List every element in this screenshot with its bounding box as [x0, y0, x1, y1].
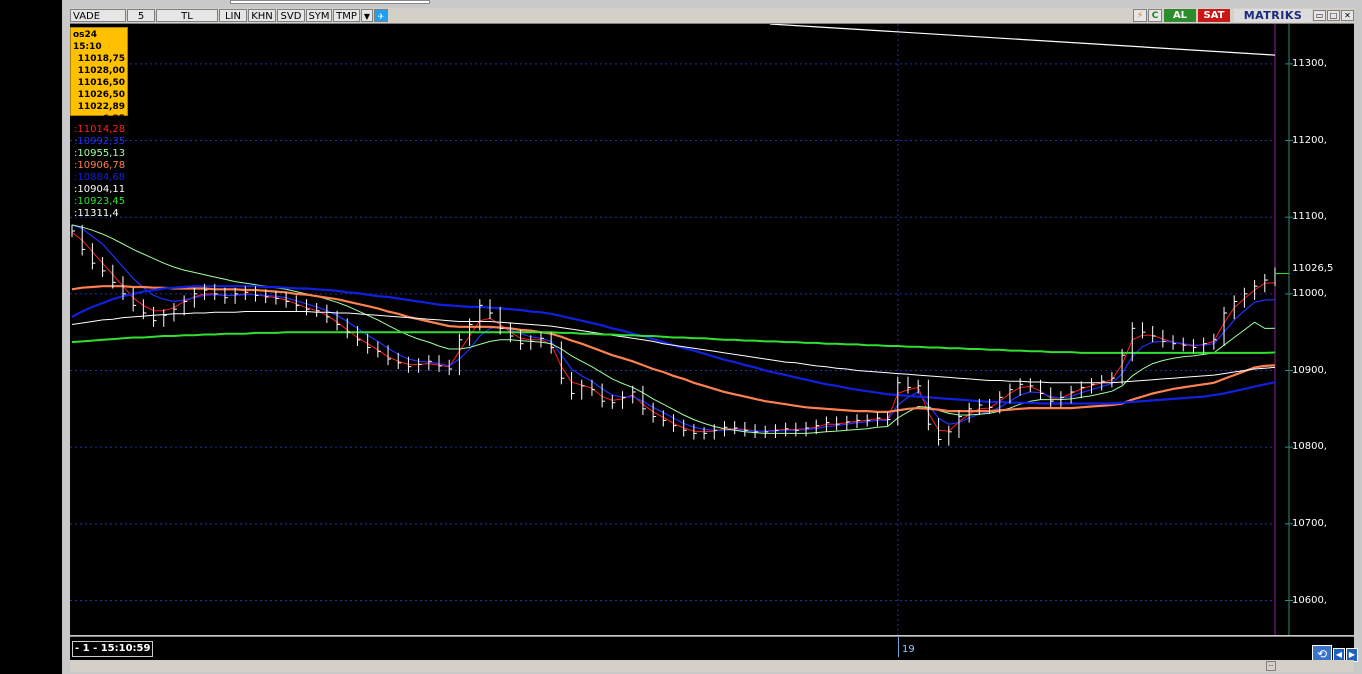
indicator-legend: :11014,28:10992,35:10955,13:10906,78:108…	[74, 124, 125, 220]
close-icon[interactable]: ✕	[1341, 10, 1354, 21]
restore-icon[interactable]: □	[1327, 10, 1340, 21]
tmp-button[interactable]: TMP	[333, 9, 360, 22]
sell-button[interactable]: SAT	[1198, 9, 1230, 22]
date-label: 19	[902, 644, 915, 655]
date-tick	[898, 637, 899, 657]
series-line	[71, 224, 1276, 432]
khn-button[interactable]: KHN	[248, 9, 276, 22]
legend-item: :10904,11	[74, 184, 126, 195]
status-bar	[70, 636, 1354, 661]
y-axis-label: 10600,	[1292, 594, 1327, 606]
brand-logo: MATRIKS	[1234, 9, 1312, 22]
info-open: 11018,75	[77, 54, 125, 64]
lin-button[interactable]: LIN	[219, 9, 247, 22]
series-line	[71, 224, 1276, 434]
info-avg: 11022,89	[77, 102, 125, 112]
y-axis-label: 11300,	[1292, 57, 1327, 69]
toolbar-right-group: ⚡ C AL SAT MATRIKS ▭ □ ✕	[1132, 8, 1354, 23]
series-line	[71, 285, 1276, 413]
price-chart[interactable]	[70, 23, 1354, 635]
legend-item: :10992,35	[74, 136, 126, 147]
y-axis-label: 11200,	[1292, 134, 1327, 146]
vade-button[interactable]: VADE	[70, 9, 126, 22]
y-axis-label: 10900,	[1292, 364, 1327, 376]
sym-button[interactable]: SYM	[306, 9, 332, 22]
dropdown-arrow-icon[interactable]: ▼	[361, 9, 373, 22]
clock-display: - 1 - 15:10:59	[72, 641, 154, 657]
refresh-icon[interactable]: C	[1148, 9, 1162, 22]
y-axis-label: 11000,	[1292, 287, 1327, 299]
y-axis-label: 11100,	[1292, 211, 1327, 223]
chart-area[interactable]	[70, 23, 1354, 635]
legend-item: :11311,4	[74, 208, 119, 219]
y-axis-label: 10800,	[1292, 441, 1327, 453]
series-line	[769, 23, 1276, 56]
lightning-icon[interactable]: ⚡	[1133, 9, 1147, 22]
horizontal-scrollbar[interactable]: ··	[70, 660, 1354, 672]
legend-item: :11014,28	[74, 124, 126, 135]
last-price-label: 11026,5	[1292, 263, 1334, 274]
scroll-thumb[interactable]: ··	[1266, 661, 1276, 671]
legend-item: :10955,13	[74, 148, 126, 159]
legend-item: :10906,78	[74, 160, 126, 171]
svd-button[interactable]: SVD	[277, 9, 305, 22]
legend-item: :10923,45	[74, 196, 126, 207]
chart-toolbar: VADE 5 TL LIN KHN SVD SYM TMP ▼ ✈ ⚡ C AL…	[70, 8, 1354, 24]
info-time: os24 15:10	[73, 30, 102, 52]
series-line	[71, 311, 1276, 384]
ohlc-info-box: os24 15:10 11018,75 11028,00 11016,50 11…	[70, 27, 128, 124]
info-close: 11026,50	[77, 90, 125, 100]
info-high: 11028,00	[77, 66, 125, 76]
minimize-icon[interactable]: ▭	[1313, 10, 1326, 21]
buy-button[interactable]: AL	[1164, 9, 1196, 22]
legend-item: :10884,68	[74, 172, 126, 183]
y-axis-label: 10700,	[1292, 517, 1327, 529]
series-line	[71, 331, 1276, 354]
period-select[interactable]: 5	[127, 9, 155, 22]
currency-button[interactable]: TL	[156, 9, 218, 22]
left-margin	[0, 0, 62, 674]
symbol-input[interactable]	[230, 0, 430, 4]
twitter-icon[interactable]: ✈	[374, 9, 388, 22]
info-low: 11016,50	[77, 78, 125, 88]
